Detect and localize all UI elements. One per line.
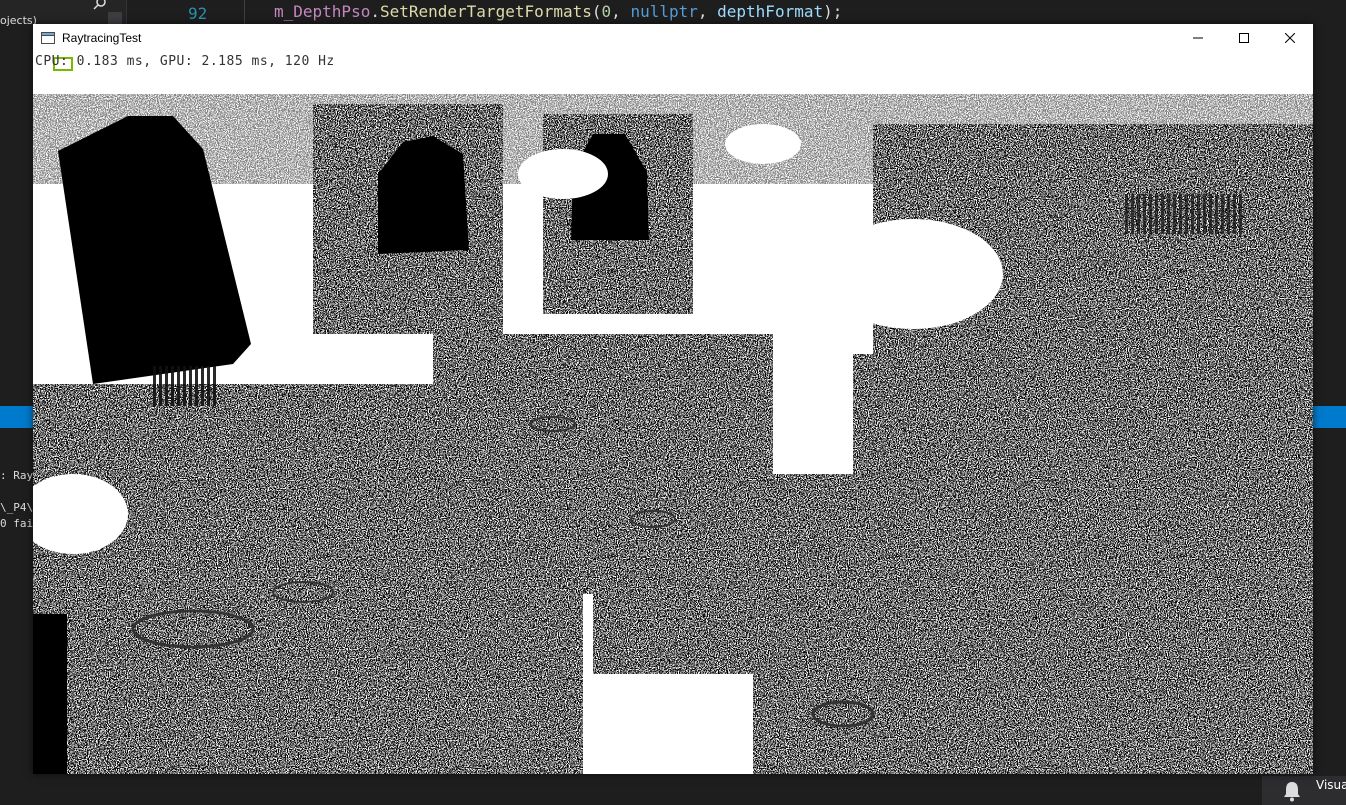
- title-bar[interactable]: RaytracingTest: [33, 24, 1313, 55]
- maximize-button[interactable]: [1221, 24, 1267, 54]
- code-arg-zero: 0: [601, 2, 612, 21]
- minimize-button[interactable]: [1175, 24, 1221, 54]
- app-icon: [41, 32, 55, 44]
- code-dot: .: [370, 2, 380, 21]
- code-comma: ,: [697, 2, 718, 21]
- code-comma: ,: [611, 2, 631, 21]
- code-close: );: [823, 2, 843, 21]
- close-button[interactable]: [1267, 24, 1313, 54]
- solution-explorer-label: ojects): [0, 14, 37, 27]
- maximize-icon: [1239, 33, 1249, 43]
- editor-gutter: [126, 0, 151, 24]
- output-panel-header[interactable]: [0, 406, 33, 428]
- code-line[interactable]: m_DepthPso.SetRenderTargetFormats(0, nul…: [274, 2, 842, 21]
- performance-overlay: CPU: 0.183 ms, GPU: 2.185 ms, 120 Hz: [35, 54, 335, 69]
- output-text: : Ray \_P4\ 0 fai: [0, 469, 34, 530]
- raytraced-render-image: [33, 54, 1313, 774]
- indent-guide: [244, 0, 245, 24]
- window-title: RaytracingTest: [62, 31, 142, 45]
- code-open: (: [591, 2, 602, 21]
- status-label: Visua: [1316, 778, 1346, 792]
- raytracingtest-window[interactable]: RaytracingTest CPU: 0.183 ms, GPU: 2.185…: [33, 24, 1313, 774]
- code-object: m_DepthPso: [274, 2, 371, 21]
- code-method: SetRenderTargetFormats: [379, 2, 592, 21]
- scrollbar[interactable]: [108, 12, 122, 24]
- bell-icon[interactable]: [1282, 780, 1302, 802]
- search-icon[interactable]: [92, 0, 108, 10]
- line-number: 92: [188, 4, 208, 23]
- minimize-icon: [1193, 37, 1203, 39]
- code-arg-nullptr: nullptr: [630, 2, 698, 21]
- render-viewport[interactable]: CPU: 0.183 ms, GPU: 2.185 ms, 120 Hz: [33, 54, 1313, 774]
- code-arg-depthformat: depthFormat: [717, 2, 824, 21]
- output-panel-header-right[interactable]: [1313, 406, 1346, 428]
- close-icon: [1285, 33, 1295, 43]
